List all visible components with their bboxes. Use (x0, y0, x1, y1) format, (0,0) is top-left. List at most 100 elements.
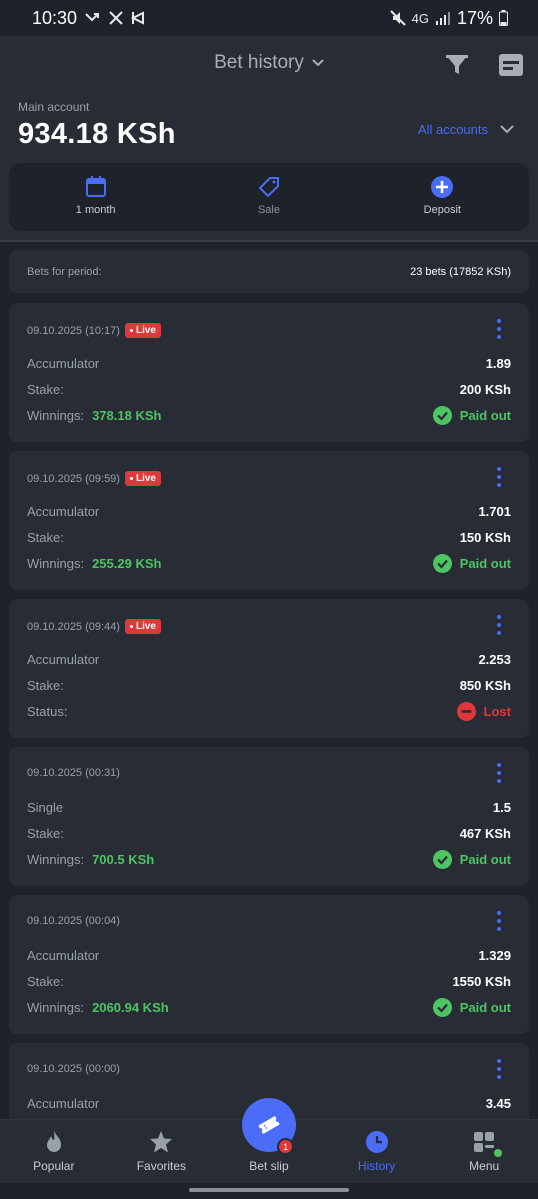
bet-stake: 150 KSh (459, 530, 511, 545)
bet-coefficient: 1.701 (478, 504, 511, 519)
minus-circle-icon (456, 702, 476, 721)
bet-status: Paid out (432, 554, 511, 573)
bet-card[interactable]: 09.10.2025 (09:59) Live Accumulator 1.70… (9, 451, 529, 590)
bet-coefficient: 1.89 (485, 356, 511, 371)
bet-stake: 467 KSh (459, 826, 511, 841)
winnings-label: Winnings: (27, 556, 85, 571)
nav-menu-label: Menu (469, 1159, 500, 1173)
bet-date: 09.10.2025 (00:31) (27, 767, 120, 779)
account-header: Bet history Main account 934.18 KSh All … (0, 36, 538, 242)
bet-type: Accumulator (27, 504, 100, 519)
more-options-icon[interactable] (495, 911, 503, 931)
bet-type: Single (27, 800, 64, 815)
bet-card[interactable]: 09.10.2025 (10:17) Live Accumulator 1.89… (9, 303, 529, 442)
bet-winnings: 2060.94 KSh (92, 1000, 169, 1015)
sale-button[interactable]: Sale (182, 163, 355, 231)
bet-winnings: 700.5 KSh (92, 852, 155, 867)
page-title: Bet history (214, 52, 304, 73)
live-badge: Live (124, 619, 161, 634)
period-summary-label: Bets for period: (27, 265, 102, 278)
more-options-icon[interactable] (495, 467, 503, 487)
bet-date: 09.10.2025 (00:04) (27, 915, 120, 927)
nav-history[interactable]: History (323, 1120, 431, 1183)
bet-winnings: 255.29 KSh (92, 556, 162, 571)
deposit-button[interactable]: Deposit (356, 163, 529, 231)
stake-label: Stake: (27, 826, 64, 841)
bet-coefficient: 1.5 (492, 800, 511, 815)
bet-type: Accumulator (27, 652, 100, 667)
filter-icon[interactable] (444, 52, 470, 78)
bet-status: Paid out (432, 406, 511, 425)
more-options-icon[interactable] (495, 615, 503, 635)
period-label: 1 month (75, 204, 116, 216)
grid-icon (474, 1132, 495, 1152)
period-summary: Bets for period: 23 bets (17852 KSh) (9, 250, 529, 293)
all-accounts-button[interactable]: All accounts (418, 122, 514, 137)
check-circle-icon (432, 554, 452, 573)
bet-status: Paid out (432, 850, 511, 869)
check-circle-icon (432, 850, 452, 869)
bet-status-label: Lost (483, 704, 511, 719)
missed-call-icon (85, 13, 100, 22)
more-options-icon[interactable] (495, 763, 503, 783)
check-circle-icon (432, 998, 452, 1017)
nav-history-label: History (357, 1159, 396, 1173)
bet-type: Accumulator (27, 948, 100, 963)
more-options-icon[interactable] (495, 1059, 503, 1079)
deposit-label: Deposit (423, 204, 461, 216)
home-gesture-bar[interactable] (189, 1188, 349, 1192)
bet-status-label: Paid out (459, 408, 511, 423)
bet-date: 09.10.2025 (10:17) (27, 324, 120, 337)
live-badge-label: Live (135, 621, 156, 632)
bet-status-label: Paid out (459, 1000, 511, 1015)
bet-status-label: Paid out (459, 556, 511, 571)
nav-bet-slip-label: Bet slip (249, 1159, 289, 1173)
nav-favorites[interactable]: Favorites (108, 1120, 216, 1183)
live-badge-label: Live (135, 473, 156, 484)
x-app-icon (109, 11, 123, 25)
app-notification-icon (131, 11, 145, 25)
battery-icon (499, 10, 508, 26)
period-button[interactable]: 1 month (9, 163, 182, 231)
archive-icon[interactable] (498, 52, 524, 78)
nav-menu[interactable]: Menu (430, 1120, 538, 1183)
bet-slip-badge: 1 (277, 1138, 295, 1155)
bet-coefficient: 1.329 (478, 948, 511, 963)
sale-label: Sale (257, 204, 280, 216)
network-type: 4G (411, 10, 429, 26)
bet-stake: 200 KSh (459, 382, 511, 397)
nav-popular[interactable]: Popular (0, 1120, 108, 1183)
bet-date: 09.10.2025 (09:44) (27, 620, 120, 633)
battery-percent: 17% (456, 7, 493, 28)
quick-actions: 1 month Sale Deposit (9, 163, 529, 231)
bet-date: 09.10.2025 (00:00) (27, 1063, 120, 1075)
nav-popular-label: Popular (33, 1159, 75, 1173)
clock-icon (365, 1131, 388, 1153)
bet-type: Accumulator (27, 356, 100, 371)
bet-card[interactable]: 09.10.2025 (09:44) Live Accumulator 2.25… (9, 599, 529, 738)
nav-bet-slip[interactable]: 1 Bet slip (215, 1098, 323, 1183)
status-label: Status: (27, 704, 68, 719)
more-options-icon[interactable] (495, 319, 503, 339)
menu-notification-dot (494, 1149, 503, 1157)
check-circle-icon (432, 406, 452, 425)
bet-card[interactable]: 09.10.2025 (00:31) Single 1.5 Stake: 467… (9, 747, 529, 886)
bet-coefficient: 3.45 (485, 1096, 511, 1111)
bet-stake: 850 KSh (459, 678, 511, 693)
stake-label: Stake: (27, 678, 64, 693)
stake-label: Stake: (27, 382, 64, 397)
bet-type: Accumulator (27, 1096, 100, 1111)
winnings-label: Winnings: (27, 408, 85, 423)
chevron-down-icon (500, 125, 514, 134)
bet-stake: 1550 KSh (452, 974, 511, 989)
stake-label: Stake: (27, 530, 64, 545)
status-time: 10:30 (32, 7, 78, 28)
all-accounts-label: All accounts (417, 122, 488, 137)
bet-card[interactable]: 09.10.2025 (00:04) Accumulator 1.329 Sta… (9, 895, 529, 1034)
star-icon (150, 1131, 173, 1153)
bet-winnings: 378.18 KSh (92, 408, 162, 423)
account-label: Main account (18, 100, 90, 114)
plus-circle-icon (431, 176, 454, 198)
chevron-down-icon (312, 59, 324, 67)
tag-icon (258, 177, 279, 198)
